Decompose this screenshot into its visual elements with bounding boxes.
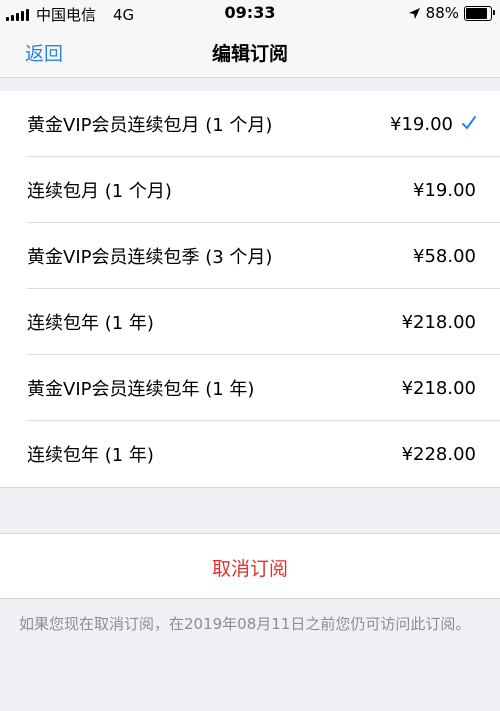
subscription-option-name: 黄金VIP会员连续包年 (1 年)	[27, 379, 255, 400]
subscription-option-row[interactable]: 黄金VIP会员连续包季 (3 个月) ¥58.00	[0, 223, 500, 289]
subscription-option-row[interactable]: 连续包年 (1 年) ¥218.00	[0, 289, 500, 355]
subscription-option-row[interactable]: 连续包月 (1 个月) ¥19.00	[0, 157, 500, 223]
page-title: 编辑订阅	[211, 43, 288, 65]
subscription-option-row[interactable]: 黄金VIP会员连续包年 (1 年) ¥218.00	[0, 355, 500, 421]
subscription-options-list: 黄金VIP会员连续包月 (1 个月) ¥19.00 连续包月 (1 个月) ¥19.0…	[0, 91, 500, 488]
back-button[interactable]: 返回	[25, 39, 63, 66]
status-bar-right: 88%	[408, 4, 495, 22]
subscription-option-row[interactable]: 连续包年 (1 年) ¥228.00	[0, 421, 500, 487]
subscription-option-name: 黄金VIP会员连续包月 (1 个月)	[27, 115, 273, 136]
subscription-option-price: ¥58.00	[413, 245, 476, 267]
subscription-option-price: ¥19.00	[390, 113, 453, 135]
subscription-option-name: 连续包月 (1 个月)	[27, 181, 172, 202]
cancel-subscription-cell[interactable]: 取消订阅	[0, 533, 500, 599]
battery-percent: 88%	[425, 4, 459, 22]
checkmark-icon	[462, 116, 476, 130]
cancel-subscription-button[interactable]: 取消订阅	[0, 554, 500, 581]
subscription-option-row[interactable]: 黄金VIP会员连续包月 (1 个月) ¥19.00	[0, 91, 500, 157]
subscription-option-name: 连续包年 (1 年)	[27, 445, 154, 466]
subscription-option-price: ¥218.00	[401, 377, 476, 399]
subscription-option-name: 连续包年 (1 年)	[27, 313, 154, 334]
cancellation-footnote: 如果您现在取消订阅，在2019年08月11日之前您仍可访问此订阅。	[19, 615, 471, 633]
subscription-option-price: ¥228.00	[401, 443, 476, 465]
status-bar: 中国电信 4G 09:33 88%	[0, 0, 500, 26]
subscription-option-name: 黄金VIP会员连续包季 (3 个月)	[27, 247, 273, 268]
subscription-option-price: ¥218.00	[401, 311, 476, 333]
location-arrow-icon	[408, 7, 420, 19]
navigation-bar: 返回 编辑订阅	[0, 26, 500, 78]
subscription-option-price: ¥19.00	[413, 179, 476, 201]
battery-icon	[464, 5, 495, 21]
battery-level	[466, 7, 488, 19]
